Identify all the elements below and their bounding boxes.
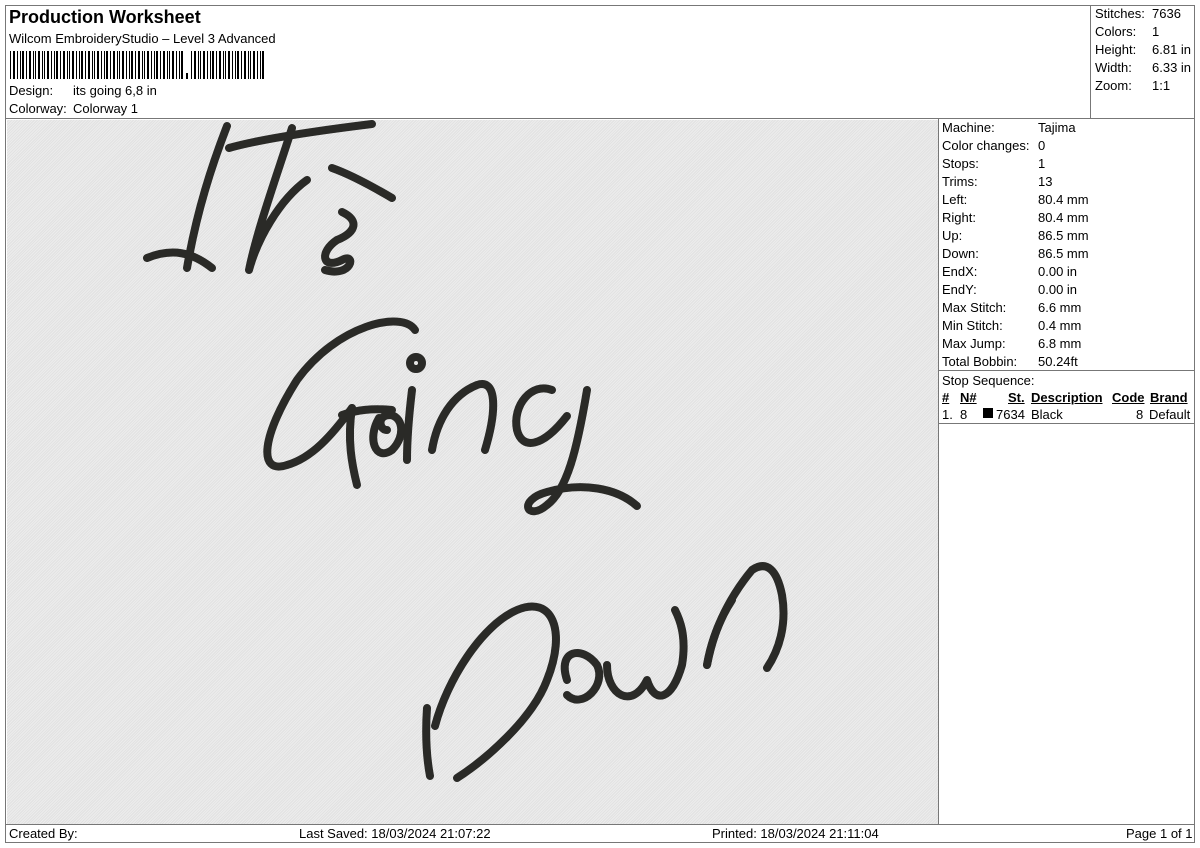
label-up: Up:: [942, 228, 963, 243]
footer-printed: Printed: 18/03/2024 21:11:04: [712, 826, 879, 841]
colorway-label: Colorway:: [9, 101, 67, 116]
design-word-its: [143, 120, 396, 276]
header-divider: [5, 118, 1195, 119]
row-st: 7634: [996, 407, 1025, 422]
label-down: Down:: [942, 246, 979, 261]
label-color-changes: Color changes:: [942, 138, 1030, 153]
height-value: 6.81 in: [1152, 42, 1192, 57]
stop-divider-bottom: [938, 423, 1195, 424]
value-down: 86.5 mm: [1038, 246, 1089, 261]
barcode-icon: [10, 51, 264, 79]
col-num: #: [942, 390, 950, 405]
stop-sequence-title: Stop Sequence:: [942, 373, 1035, 388]
col-brand: Brand: [1150, 390, 1188, 405]
row-description: Black: [1031, 407, 1063, 422]
value-max-jump: 6.8 mm: [1038, 336, 1082, 351]
value-trims: 13: [1038, 174, 1053, 189]
label-max-jump: Max Jump:: [942, 336, 1006, 351]
footer-divider: [5, 824, 1195, 825]
col-description: Description: [1031, 390, 1103, 405]
label-stops: Stops:: [942, 156, 979, 171]
row-num: 1.: [942, 407, 953, 422]
value-left: 80.4 mm: [1038, 192, 1089, 207]
value-right: 80.4 mm: [1038, 210, 1089, 225]
worksheet-title: Production Worksheet: [9, 7, 201, 27]
label-endx: EndX:: [942, 264, 978, 279]
footer-created-by: Created By:: [9, 826, 78, 841]
footer-page: Page 1 of 1: [1126, 826, 1193, 841]
label-right: Right:: [942, 210, 976, 225]
label-endy: EndY:: [942, 282, 977, 297]
col-n: N#: [960, 390, 977, 405]
stitches-value: 7636: [1152, 6, 1181, 21]
value-min-stitch: 0.4 mm: [1038, 318, 1082, 333]
panel-divider: [938, 118, 939, 824]
colors-value: 1: [1152, 24, 1160, 39]
thread-color-swatch: [983, 408, 993, 418]
value-color-changes: 0: [1038, 138, 1046, 153]
label-total-bobbin: Total Bobbin:: [942, 354, 1018, 369]
height-label: Height:: [1095, 42, 1137, 57]
colors-label: Colors:: [1095, 24, 1137, 39]
value-endy: 0.00 in: [1038, 282, 1078, 297]
design-label: Design:: [9, 83, 54, 98]
row-n: 8: [960, 407, 968, 422]
value-max-stitch: 6.6 mm: [1038, 300, 1082, 315]
value-total-bobbin: 50.24ft: [1038, 354, 1078, 369]
zoom-value: 1:1: [1152, 78, 1171, 93]
width-value: 6.33 in: [1152, 60, 1192, 75]
zoom-label: Zoom:: [1095, 78, 1132, 93]
label-left: Left:: [942, 192, 968, 207]
col-st: St.: [1008, 390, 1025, 405]
embroidery-design: [143, 120, 788, 782]
software-name: Wilcom EmbroideryStudio – Level 3 Advanc…: [9, 31, 276, 46]
design-value: its going 6,8 in: [73, 83, 157, 98]
value-stops: 1: [1038, 156, 1046, 171]
label-machine: Machine:: [942, 120, 995, 135]
colorway-value: Colorway 1: [73, 101, 139, 116]
value-endx: 0.00 in: [1038, 264, 1078, 279]
design-word-down: [422, 562, 788, 782]
row-code: 8: [1136, 407, 1144, 422]
value-up: 86.5 mm: [1038, 228, 1089, 243]
row-brand: Default: [1149, 407, 1191, 422]
footer-last-saved: Last Saved: 18/03/2024 21:07:22: [299, 826, 491, 841]
label-max-stitch: Max Stitch:: [942, 300, 1007, 315]
stitches-label: Stitches:: [1095, 6, 1145, 21]
col-code: Code: [1112, 390, 1145, 405]
width-label: Width:: [1095, 60, 1132, 75]
label-trims: Trims:: [942, 174, 978, 189]
value-machine: Tajima: [1038, 120, 1076, 135]
label-min-stitch: Min Stitch:: [942, 318, 1003, 333]
design-word-going: [263, 317, 641, 516]
design-preview: [7, 120, 938, 824]
stop-divider-top: [938, 370, 1195, 371]
